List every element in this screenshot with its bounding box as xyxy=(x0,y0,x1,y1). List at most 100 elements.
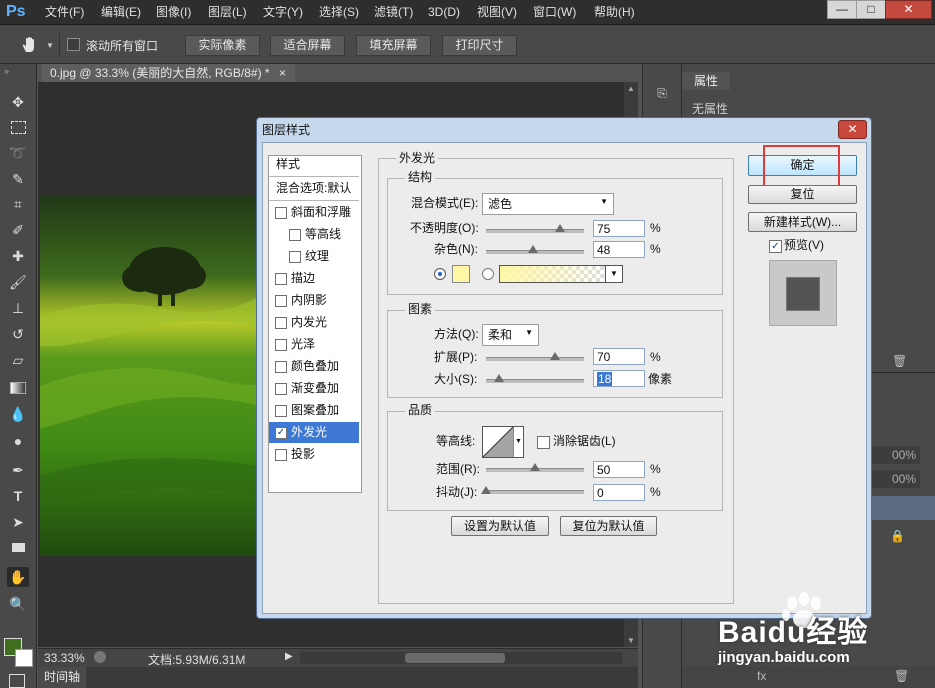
blend-mode-dropdown[interactable]: 滤色 ▼ xyxy=(482,193,614,215)
tool-preset-chevron-icon[interactable]: ▼ xyxy=(46,41,54,50)
scrollbar-thumb[interactable] xyxy=(405,653,505,663)
opacity-field[interactable]: 00% xyxy=(872,446,920,464)
healing-brush-tool-icon[interactable]: ✚ xyxy=(7,246,29,266)
path-select-tool-icon[interactable]: ➤ xyxy=(7,512,29,532)
style-item-bevel[interactable]: 斜面和浮雕 xyxy=(269,202,359,223)
document-tab-close-icon[interactable]: × xyxy=(279,66,286,80)
eraser-tool-icon[interactable]: ▱ xyxy=(7,350,29,370)
quick-select-tool-icon[interactable]: ✎ xyxy=(7,169,29,189)
antialias-checkbox[interactable] xyxy=(537,436,550,449)
collapse-icon[interactable]: » xyxy=(4,66,9,76)
print-size-button[interactable]: 打印尺寸 xyxy=(442,35,517,56)
jitter-input[interactable]: 0 xyxy=(593,484,645,501)
fill-field[interactable]: 00% xyxy=(872,470,920,488)
dodge-tool-icon[interactable]: ● xyxy=(7,431,29,451)
maximize-button[interactable]: □ xyxy=(856,0,886,19)
style-item-outer-glow[interactable]: ✓ 外发光 xyxy=(269,422,359,443)
spread-slider-thumb[interactable] xyxy=(550,352,560,360)
menu-help[interactable]: 帮助(H) xyxy=(594,4,635,20)
style-item-inner-shadow[interactable]: 内阴影 xyxy=(269,290,359,311)
opacity-input[interactable]: 75 xyxy=(593,220,645,237)
style-item-stroke[interactable]: 描边 xyxy=(269,268,359,289)
menu-type[interactable]: 文字(Y) xyxy=(263,4,303,20)
menu-filter[interactable]: 滤镜(T) xyxy=(374,4,413,20)
horizontal-scrollbar[interactable] xyxy=(300,652,622,664)
menu-window[interactable]: 窗口(W) xyxy=(533,4,576,20)
pen-tool-icon[interactable]: ✒ xyxy=(7,460,29,480)
style-item-drop-shadow[interactable]: 投影 xyxy=(269,444,359,465)
background-color-swatch[interactable] xyxy=(15,649,33,667)
reset-default-button[interactable]: 复位为默认值 xyxy=(560,516,657,536)
lasso-tool-icon[interactable]: ➰ xyxy=(7,143,29,163)
status-info-icon[interactable] xyxy=(94,651,106,663)
style-item-gradient-overlay[interactable]: 渐变叠加 xyxy=(269,378,359,399)
glow-color-swatch[interactable] xyxy=(452,265,470,283)
menu-view[interactable]: 视图(V) xyxy=(477,4,517,20)
make-default-button[interactable]: 设置为默认值 xyxy=(451,516,549,536)
blend-options-item[interactable]: 混合选项:默认 xyxy=(276,181,351,196)
range-input[interactable]: 50 xyxy=(593,461,645,478)
properties-tab[interactable]: 属性 xyxy=(682,72,730,90)
eyedropper-tool-icon[interactable]: ✐ xyxy=(7,220,29,240)
menu-layer[interactable]: 图层(L) xyxy=(208,4,247,20)
color-radio-selected[interactable] xyxy=(434,268,446,280)
zoom-tool-icon[interactable]: 🔍 xyxy=(7,594,29,614)
ok-button[interactable]: 确定 xyxy=(748,155,857,176)
technique-dropdown[interactable]: 柔和 ▼ xyxy=(482,324,539,346)
menu-edit[interactable]: 编辑(E) xyxy=(101,4,141,20)
styles-header[interactable]: 样式 xyxy=(276,157,300,172)
range-slider-thumb[interactable] xyxy=(530,463,540,471)
minimize-button[interactable]: — xyxy=(827,0,857,19)
scroll-all-checkbox[interactable] xyxy=(67,38,80,54)
reset-button[interactable]: 复位 xyxy=(748,185,857,204)
gradient-radio[interactable] xyxy=(482,268,494,280)
hand-tool-icon[interactable] xyxy=(20,35,40,55)
timeline-tab[interactable]: 时间轴 xyxy=(38,667,86,688)
rectangle-tool-icon[interactable] xyxy=(7,538,29,558)
menu-select[interactable]: 选择(S) xyxy=(319,4,359,20)
move-tool-icon[interactable]: ✥ xyxy=(7,92,29,112)
quick-mask-icon[interactable] xyxy=(9,674,25,688)
menu-3d[interactable]: 3D(D) xyxy=(428,4,460,20)
history-brush-tool-icon[interactable]: ↺ xyxy=(7,324,29,344)
zoom-level[interactable]: 33.33% xyxy=(44,651,85,665)
menu-image[interactable]: 图像(I) xyxy=(156,4,191,20)
dialog-close-button[interactable]: ✕ xyxy=(838,120,867,139)
actual-pixels-button[interactable]: 实际像素 xyxy=(185,35,260,56)
size-input[interactable]: 18 xyxy=(593,370,645,387)
brush-tool-icon[interactable]: 🖌 xyxy=(7,272,29,292)
contour-picker[interactable]: ▼ xyxy=(482,426,524,458)
opacity-slider[interactable] xyxy=(486,229,584,233)
menu-file[interactable]: 文件(F) xyxy=(45,4,84,20)
noise-slider-thumb[interactable] xyxy=(528,245,538,253)
gradient-tool-icon[interactable] xyxy=(7,377,29,397)
close-window-button[interactable]: ✕ xyxy=(885,0,932,19)
gradient-picker[interactable]: ▼ xyxy=(499,265,623,283)
status-menu-arrow-icon[interactable]: ▶ xyxy=(285,651,293,662)
history-panel-icon[interactable]: ⎘ xyxy=(653,86,671,104)
marquee-tool-icon[interactable] xyxy=(7,117,29,137)
opacity-slider-thumb[interactable] xyxy=(555,224,565,232)
jitter-slider[interactable] xyxy=(486,490,584,494)
style-item-texture[interactable]: 纹理 xyxy=(269,246,359,267)
preview-checkbox[interactable]: ✓ xyxy=(769,240,782,253)
blur-tool-icon[interactable]: 💧 xyxy=(7,404,29,424)
spread-slider[interactable] xyxy=(486,357,584,361)
style-item-pattern-overlay[interactable]: 图案叠加 xyxy=(269,400,359,421)
hand-tool-button-icon[interactable]: ✋ xyxy=(7,567,29,587)
style-item-inner-glow[interactable]: 内发光 xyxy=(269,312,359,333)
spread-input[interactable]: 70 xyxy=(593,348,645,365)
antialias-label[interactable]: 消除锯齿(L) xyxy=(553,434,616,449)
crop-tool-icon[interactable]: ⌗ xyxy=(7,194,29,214)
type-tool-icon[interactable]: T xyxy=(7,486,29,506)
noise-input[interactable]: 48 xyxy=(593,241,645,258)
style-item-contour[interactable]: 等高线 xyxy=(269,224,359,245)
trash-icon[interactable]: 🗑 xyxy=(892,354,907,368)
size-slider-thumb[interactable] xyxy=(494,374,504,382)
layer-row-selected[interactable] xyxy=(872,496,935,520)
style-item-color-overlay[interactable]: 颜色叠加 xyxy=(269,356,359,377)
jitter-slider-thumb[interactable] xyxy=(481,486,491,494)
document-tab[interactable]: 0.jpg @ 33.3% (美丽的大自然, RGB/8#) * × xyxy=(42,64,295,82)
fit-screen-button[interactable]: 适合屏幕 xyxy=(270,35,345,56)
fill-screen-button[interactable]: 填充屏幕 xyxy=(356,35,431,56)
